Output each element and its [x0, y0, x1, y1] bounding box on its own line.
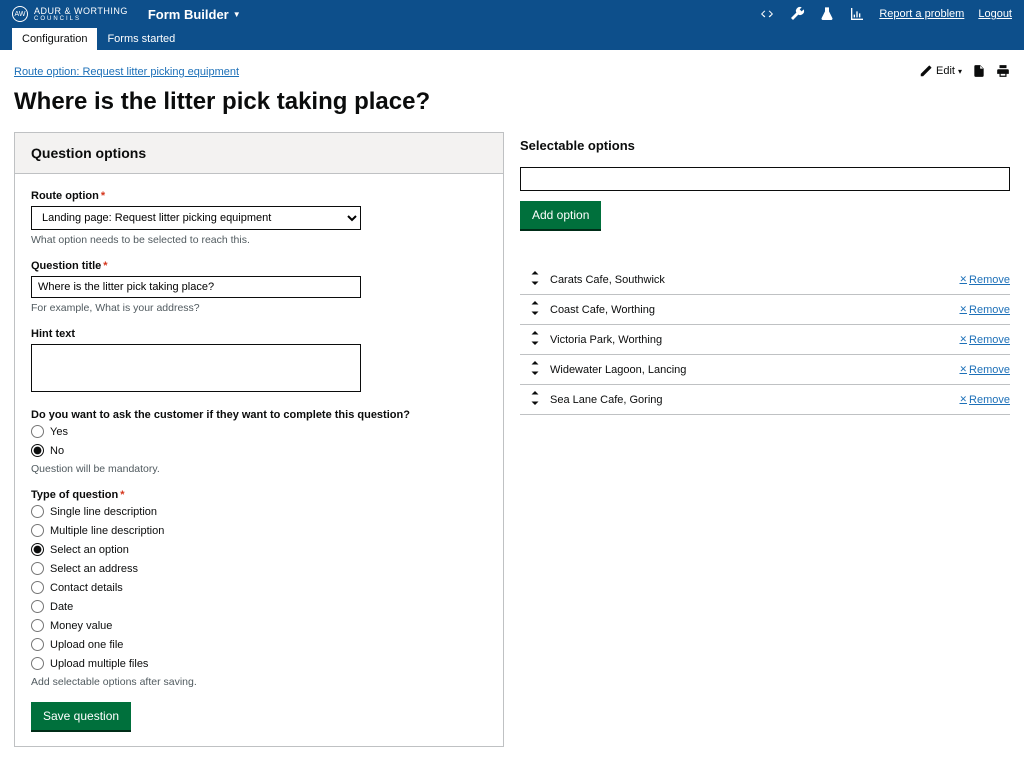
option-row: Widewater Lagoon, LancingRemove: [520, 355, 1010, 385]
chart-icon[interactable]: [849, 6, 865, 22]
panel-heading: Question options: [15, 133, 503, 174]
hint-text-input[interactable]: [31, 344, 361, 392]
pencil-icon: [919, 64, 933, 78]
type-radio-contact-details[interactable]: [31, 581, 44, 594]
option-row: Coast Cafe, WorthingRemove: [520, 295, 1010, 325]
save-question-button[interactable]: Save question: [31, 702, 131, 730]
type-radio-multiple-line-description[interactable]: [31, 524, 44, 537]
type-radio-single-line-description[interactable]: [31, 505, 44, 518]
app-title-dropdown[interactable]: Form Builder ▼: [148, 7, 241, 22]
ask-customer-caption: Question will be mandatory.: [31, 463, 487, 475]
org-logo: AW ADUR & WORTHING COUNCILS: [12, 6, 128, 22]
type-radio-upload-one-file[interactable]: [31, 638, 44, 651]
drag-handle-icon[interactable]: [520, 331, 550, 348]
pdf-icon[interactable]: [972, 64, 986, 78]
ask-radio-yes[interactable]: [31, 425, 44, 438]
org-sub: COUNCILS: [34, 16, 128, 22]
type-radio-select-an-address[interactable]: [31, 562, 44, 575]
route-option-select[interactable]: Landing page: Request litter picking equ…: [31, 206, 361, 230]
type-radio-label: Contact details: [50, 582, 123, 594]
type-radio-label: Upload multiple files: [50, 658, 148, 670]
type-radio-label: Upload one file: [50, 639, 123, 651]
option-row: Carats Cafe, SouthwickRemove: [520, 265, 1010, 295]
option-label: Widewater Lagoon, Lancing: [550, 364, 959, 376]
nav-tabs: ConfigurationForms started: [0, 28, 1024, 50]
type-radio-upload-multiple-files[interactable]: [31, 657, 44, 670]
remove-option-link[interactable]: Remove: [959, 274, 1010, 286]
hint-text-label: Hint text: [31, 328, 487, 340]
question-title-label: Question title*: [31, 260, 487, 272]
type-caption: Add selectable options after saving.: [31, 676, 487, 688]
caret-down-icon: ▼: [233, 10, 241, 19]
remove-option-link[interactable]: Remove: [959, 394, 1010, 406]
option-row: Sea Lane Cafe, GoringRemove: [520, 385, 1010, 415]
ask-radio-no[interactable]: [31, 444, 44, 457]
option-label: Coast Cafe, Worthing: [550, 304, 959, 316]
type-radio-label: Date: [50, 601, 73, 613]
type-radio-date[interactable]: [31, 600, 44, 613]
option-label: Carats Cafe, Southwick: [550, 274, 959, 286]
type-radio-label: Select an address: [50, 563, 138, 575]
option-label: Sea Lane Cafe, Goring: [550, 394, 959, 406]
ask-customer-label: Do you want to ask the customer if they …: [31, 409, 487, 421]
caret-down-icon: ▾: [958, 67, 962, 76]
remove-option-link[interactable]: Remove: [959, 304, 1010, 316]
org-name: ADUR & WORTHING: [34, 6, 128, 16]
type-radio-label: Single line description: [50, 506, 157, 518]
page-title: Where is the litter pick taking place?: [14, 88, 1010, 116]
breadcrumb-link[interactable]: Route option: Request litter picking equ…: [14, 66, 239, 78]
route-option-hint: What option needs to be selected to reac…: [31, 234, 487, 246]
remove-option-link[interactable]: Remove: [959, 364, 1010, 376]
drag-handle-icon[interactable]: [520, 361, 550, 378]
nav-tab-configuration[interactable]: Configuration: [12, 28, 97, 50]
report-problem-link[interactable]: Report a problem: [879, 8, 964, 20]
add-option-button[interactable]: Add option: [520, 201, 601, 229]
option-row: Victoria Park, WorthingRemove: [520, 325, 1010, 355]
route-option-label: Route option*: [31, 190, 487, 202]
type-label: Type of question*: [31, 489, 487, 501]
nav-tab-forms-started[interactable]: Forms started: [97, 28, 185, 50]
type-radio-label: Multiple line description: [50, 525, 164, 537]
app-header: AW ADUR & WORTHING COUNCILS Form Builder…: [0, 0, 1024, 50]
breadcrumb: Route option: Request litter picking equ…: [14, 64, 1010, 78]
option-label: Victoria Park, Worthing: [550, 334, 959, 346]
wrench-icon[interactable]: [789, 6, 805, 22]
new-option-input[interactable]: [520, 167, 1010, 191]
flask-icon[interactable]: [819, 6, 835, 22]
type-radio-select-an-option[interactable]: [31, 543, 44, 556]
print-icon[interactable]: [996, 64, 1010, 78]
question-title-hint: For example, What is your address?: [31, 302, 487, 314]
question-options-panel: Question options Route option* Landing p…: [14, 132, 504, 747]
selectable-options-panel: Selectable options Add option Carats Caf…: [520, 132, 1010, 747]
remove-option-link[interactable]: Remove: [959, 334, 1010, 346]
drag-handle-icon[interactable]: [520, 271, 550, 288]
type-radio-label: Select an option: [50, 544, 129, 556]
logo-mark-icon: AW: [12, 6, 28, 22]
ask-radio-label: Yes: [50, 426, 68, 438]
type-radio-label: Money value: [50, 620, 112, 632]
drag-handle-icon[interactable]: [520, 391, 550, 408]
drag-handle-icon[interactable]: [520, 301, 550, 318]
logout-link[interactable]: Logout: [978, 8, 1012, 20]
code-icon[interactable]: [759, 6, 775, 22]
type-radio-money-value[interactable]: [31, 619, 44, 632]
ask-radio-label: No: [50, 445, 64, 457]
question-title-input[interactable]: [31, 276, 361, 298]
edit-dropdown[interactable]: Edit ▾: [919, 64, 962, 78]
selectable-heading: Selectable options: [520, 138, 1010, 153]
